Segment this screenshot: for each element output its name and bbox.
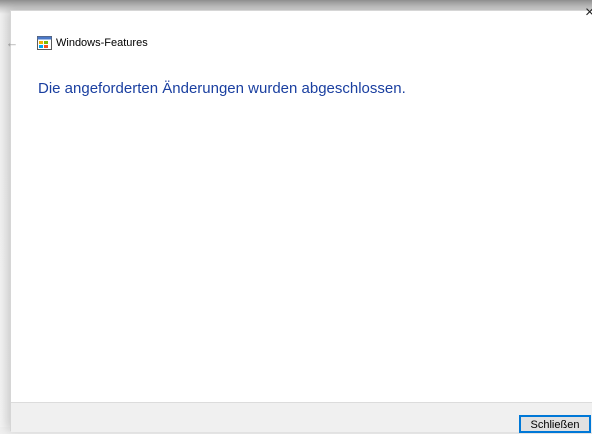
windows-features-dialog: × ← Windows-Features Die angeforderten Ä… [6, 5, 592, 433]
close-button[interactable]: Schließen [519, 415, 591, 433]
back-arrow-icon[interactable]: ← [3, 35, 21, 51]
close-icon[interactable]: × [585, 5, 592, 21]
windows-features-icon [37, 36, 52, 50]
window-title: Windows-Features [56, 37, 148, 49]
dialog-footer: Schließen [11, 402, 592, 433]
completion-message: Die angeforderten Änderungen wurden abge… [38, 80, 406, 97]
